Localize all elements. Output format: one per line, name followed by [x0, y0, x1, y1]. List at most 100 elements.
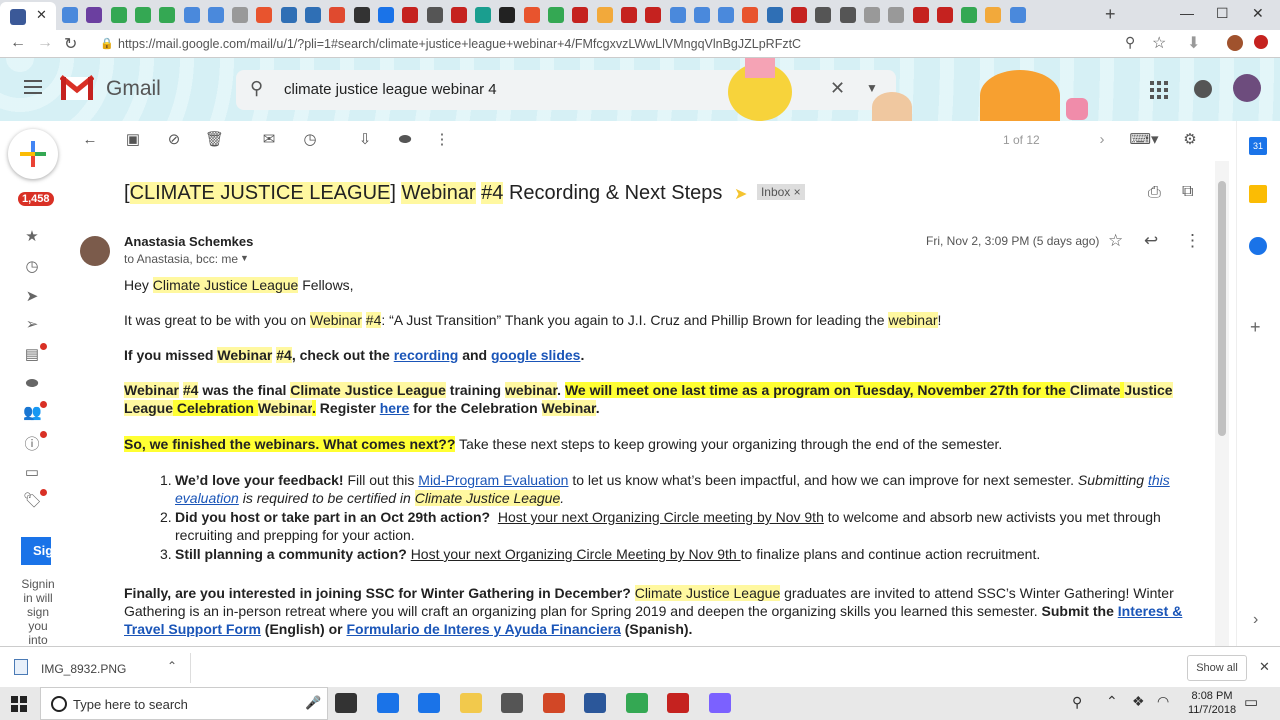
show-all-button[interactable]: Show all — [1187, 655, 1247, 681]
forums-icon[interactable]: ▭ — [23, 463, 41, 481]
hangouts-sign-in-button[interactable]: Sig — [21, 537, 51, 565]
active-tab[interactable]: ✕ — [0, 2, 56, 30]
host-circle-meeting-link-2[interactable]: Host your next Organizing Circle Meeting… — [411, 546, 741, 562]
tab-favicon[interactable] — [815, 7, 832, 23]
move-to-icon[interactable]: ⇩ — [356, 131, 374, 149]
tab-favicon[interactable] — [693, 7, 710, 23]
print-icon[interactable]: ⎙ — [1148, 184, 1161, 202]
tasks-icon[interactable] — [1249, 237, 1267, 255]
extension-download-icon[interactable]: ⬇ — [1187, 33, 1200, 53]
tab-favicon[interactable] — [888, 7, 905, 23]
tab-favicon[interactable] — [839, 7, 856, 23]
settings-gear-icon[interactable]: ⚙ — [1181, 131, 1199, 149]
register-here-link[interactable]: here — [380, 400, 410, 416]
tab-favicon[interactable] — [402, 7, 419, 23]
bookmark-star-icon[interactable]: ☆ — [1152, 33, 1166, 53]
tab-favicon[interactable] — [742, 7, 759, 23]
promotions-icon[interactable]: 🏷 — [23, 491, 42, 509]
tab-favicon[interactable] — [159, 7, 176, 23]
updates-icon[interactable]: ⓘ — [23, 433, 41, 453]
download-file-name[interactable]: IMG_8932.PNG — [41, 662, 126, 676]
add-addon-icon[interactable]: + — [1250, 317, 1261, 338]
tab-favicon[interactable] — [548, 7, 564, 23]
search-icon[interactable]: ⚲ — [250, 78, 263, 99]
gmail-logo-icon[interactable] — [59, 74, 95, 102]
calendar-icon[interactable]: 31 — [1249, 137, 1267, 155]
dropbox-tray-icon[interactable]: ❖ — [1132, 693, 1145, 710]
recording-link[interactable]: recording — [394, 347, 459, 363]
tab-favicon[interactable] — [426, 7, 443, 23]
tab-favicon[interactable] — [985, 7, 1002, 23]
report-spam-icon[interactable]: ⊘ — [165, 131, 183, 149]
tab-favicon[interactable] — [912, 7, 929, 23]
tab-favicon[interactable] — [134, 7, 151, 23]
tab-favicon[interactable] — [256, 7, 273, 23]
tab-favicon[interactable] — [523, 7, 540, 23]
tab-favicon[interactable] — [620, 7, 637, 23]
keep-icon[interactable] — [1249, 185, 1267, 203]
taskbar-app-icon[interactable] — [667, 693, 689, 713]
sender-name[interactable]: Anastasia Schemkes — [124, 234, 253, 249]
maximize-icon[interactable]: ☐ — [1216, 5, 1229, 22]
extension-icon[interactable] — [1254, 35, 1268, 49]
tab-favicon[interactable] — [572, 7, 589, 23]
formulario-link[interactable]: Formulario de Interes y Ayuda Financiera — [346, 621, 620, 637]
clock-date[interactable]: 11/7/2018 — [1187, 704, 1237, 716]
tab-favicon[interactable] — [329, 7, 346, 23]
tab-favicon[interactable] — [936, 7, 953, 23]
tab-favicon[interactable] — [669, 7, 686, 23]
tab-favicon[interactable] — [62, 7, 78, 23]
back-to-list-icon[interactable]: ← — [81, 131, 99, 149]
social-icon[interactable]: 👥 — [23, 403, 42, 421]
star-icon[interactable]: ☆ — [1108, 231, 1123, 251]
more-options-icon[interactable]: ⋮ — [1184, 231, 1201, 251]
taskbar-app-icon[interactable] — [335, 693, 357, 713]
forward-icon[interactable]: → — [37, 34, 53, 52]
tab-favicon[interactable] — [499, 7, 516, 23]
action-center-icon[interactable]: ▭ — [1244, 693, 1258, 711]
taskbar-search-box[interactable]: Type here to search 🎤 — [40, 687, 328, 720]
sent-icon[interactable]: ➢ — [23, 315, 41, 333]
tab-favicon[interactable] — [475, 7, 492, 23]
tab-favicon[interactable] — [718, 7, 735, 23]
tab-favicon[interactable] — [791, 7, 807, 23]
tab-favicon[interactable] — [86, 7, 103, 23]
reload-icon[interactable]: ↻ — [64, 34, 77, 54]
tab-favicon[interactable] — [353, 7, 370, 23]
remove-label-icon[interactable]: × — [794, 185, 801, 199]
mid-program-evaluation-link[interactable]: Mid-Program Evaluation — [418, 472, 568, 488]
taskbar-app-icon[interactable] — [625, 693, 648, 713]
host-circle-meeting-link[interactable]: Host your next Organizing Circle meeting… — [498, 509, 824, 525]
search-input[interactable]: climate justice league webinar 4 — [284, 81, 497, 98]
importance-marker-icon[interactable]: ➤ — [734, 186, 747, 203]
starred-icon[interactable]: ★ — [23, 227, 41, 245]
show-details-icon[interactable]: ▼ — [240, 253, 249, 263]
google-slides-link[interactable]: google slides — [491, 347, 580, 363]
snooze-icon[interactable]: ◷ — [301, 131, 319, 149]
back-icon[interactable]: ← — [10, 34, 26, 52]
tab-favicon[interactable] — [377, 7, 394, 23]
profile-avatar[interactable] — [1227, 35, 1243, 51]
account-avatar[interactable] — [1233, 74, 1261, 102]
input-tools-icon[interactable]: ⌨▾ — [1127, 131, 1161, 149]
tab-favicon[interactable] — [207, 7, 224, 23]
tab-favicon[interactable] — [1009, 7, 1026, 23]
scrollbar-thumb[interactable] — [1218, 181, 1226, 436]
close-download-bar-icon[interactable]: ✕ — [1259, 659, 1270, 675]
reply-icon[interactable]: ↩ — [1144, 231, 1158, 251]
taskbar-app-icon[interactable] — [501, 693, 523, 713]
minimize-icon[interactable]: — — [1180, 5, 1194, 21]
tab-favicon[interactable] — [645, 7, 662, 23]
tab-favicon[interactable] — [863, 7, 880, 23]
search-options-icon[interactable]: ▼ — [866, 81, 878, 95]
labels-icon[interactable]: ⬬ — [396, 131, 414, 149]
drafts-icon[interactable]: ▤ — [23, 345, 41, 363]
label-icon[interactable]: ⬬ — [23, 375, 41, 393]
clock-time[interactable]: 8:08 PM — [1187, 690, 1237, 702]
expand-panel-icon[interactable]: › — [1253, 611, 1258, 629]
tab-favicon[interactable] — [450, 7, 467, 23]
important-icon[interactable]: ➤ — [23, 287, 41, 305]
microphone-icon[interactable]: 🎤 — [305, 695, 321, 711]
snoozed-icon[interactable]: ◷ — [23, 257, 41, 275]
people-icon[interactable]: ⚲ — [1072, 694, 1082, 711]
